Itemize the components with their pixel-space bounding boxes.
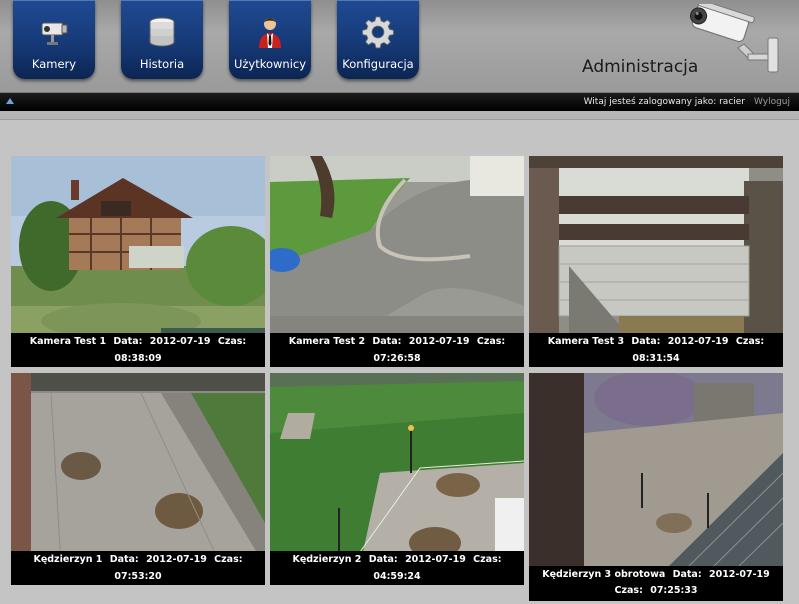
camera-caption: Kędzierzyn 1 Data: 2012-07-19 Czas: 07:5… xyxy=(11,551,265,585)
time-label: Czas: xyxy=(614,585,643,596)
camera-caption: Kędzierzyn 2 Data: 2012-07-19 Czas: 04:5… xyxy=(270,551,524,585)
camera-feed-image xyxy=(11,156,265,349)
nav-button-konfiguracja[interactable]: Konfiguracja xyxy=(337,0,419,79)
time-label: Czas: xyxy=(473,554,502,565)
camera-feed-image xyxy=(529,373,783,566)
date-label: Data: xyxy=(631,336,661,347)
camera-name: Kędzierzyn 3 obrotowa xyxy=(542,569,666,580)
nav-button-uzytkownicy[interactable]: Użytkownicy xyxy=(229,0,311,79)
camera-time: 07:53:20 xyxy=(114,571,162,582)
time-label: Czas: xyxy=(217,336,247,347)
camera-caption: Kamera Test 3 Data: 2012-07-19 Czas: 08:… xyxy=(529,333,783,367)
date-label: Data: xyxy=(109,554,139,565)
camera-feed-image xyxy=(529,156,783,349)
collapse-arrow-icon[interactable] xyxy=(5,97,15,105)
date-label: Data: xyxy=(672,569,702,580)
time-label: Czas: xyxy=(735,336,765,347)
gear-icon xyxy=(362,16,394,49)
camera-tile[interactable]: Kędzierzyn 2 Data: 2012-07-19 Czas: 04:5… xyxy=(270,373,524,585)
database-icon xyxy=(149,17,175,47)
nav-button-historia[interactable]: Historia xyxy=(121,0,203,79)
cctv-camera-icon xyxy=(690,4,779,73)
camera-caption: Kamera Test 1 Data: 2012-07-19 Czas: 08:… xyxy=(11,333,265,367)
logout-link[interactable]: Wyloguj xyxy=(754,97,790,107)
nav-label: Konfiguracja xyxy=(342,57,414,71)
camera-caption: Kędzierzyn 3 obrotowa Data: 2012-07-19 C… xyxy=(529,567,783,601)
camera-feed-image xyxy=(270,156,524,349)
camera-date: 2012-07-19 xyxy=(667,336,729,347)
camera-name: Kamera Test 2 xyxy=(288,336,366,347)
camera-date: 2012-07-19 xyxy=(708,569,770,580)
date-label: Data: xyxy=(368,554,398,565)
toolbar-strip xyxy=(0,111,799,120)
camera-icon xyxy=(41,22,68,45)
status-bar: Witaj jesteś zalogowany jako: racier Wyl… xyxy=(0,93,799,111)
camera-tile[interactable]: Kamera Test 1 Data: 2012-07-19 Czas: 08:… xyxy=(11,156,265,367)
camera-caption: Kamera Test 2 Data: 2012-07-19 Czas: 07:… xyxy=(270,333,524,367)
camera-time: 04:59:24 xyxy=(373,571,421,582)
nav-label: Kamery xyxy=(31,57,77,71)
user-icon xyxy=(259,18,281,48)
camera-date: 2012-07-19 xyxy=(405,554,466,565)
time-label: Czas: xyxy=(214,554,243,565)
camera-time: 08:38:09 xyxy=(114,353,162,364)
nav-button-kamery[interactable]: Kamery xyxy=(13,0,95,79)
camera-feed-image xyxy=(270,373,524,566)
camera-date: 2012-07-19 xyxy=(408,336,470,347)
date-label: Data: xyxy=(372,336,402,347)
nav-label: Użytkownicy xyxy=(233,57,307,71)
page-title: Administracja xyxy=(582,57,699,77)
nav-label: Historia xyxy=(139,57,185,71)
camera-name: Kędzierzyn 2 xyxy=(292,554,362,565)
camera-name: Kamera Test 3 xyxy=(547,336,625,347)
header: Kamery Historia Użytkownicy Konfiguracja xyxy=(0,0,799,93)
camera-tile[interactable]: Kamera Test 2 Data: 2012-07-19 Czas: 07:… xyxy=(270,156,524,367)
camera-time: 08:31:54 xyxy=(632,353,680,364)
camera-date: 2012-07-19 xyxy=(146,554,207,565)
camera-name: Kędzierzyn 1 xyxy=(33,554,103,565)
welcome-text: Witaj jesteś zalogowany jako: racier xyxy=(583,97,745,107)
camera-time: 07:26:58 xyxy=(373,353,421,364)
camera-tile[interactable]: Kędzierzyn 3 obrotowa Data: 2012-07-19 C… xyxy=(529,373,783,601)
camera-time: 07:25:33 xyxy=(650,585,698,596)
camera-date: 2012-07-19 xyxy=(149,336,211,347)
time-label: Czas: xyxy=(476,336,506,347)
camera-name: Kamera Test 1 xyxy=(29,336,107,347)
camera-tile[interactable]: Kędzierzyn 1 Data: 2012-07-19 Czas: 07:5… xyxy=(11,373,265,585)
camera-feed-image xyxy=(11,373,265,566)
camera-tile[interactable]: Kamera Test 3 Data: 2012-07-19 Czas: 08:… xyxy=(529,156,783,367)
date-label: Data: xyxy=(113,336,143,347)
